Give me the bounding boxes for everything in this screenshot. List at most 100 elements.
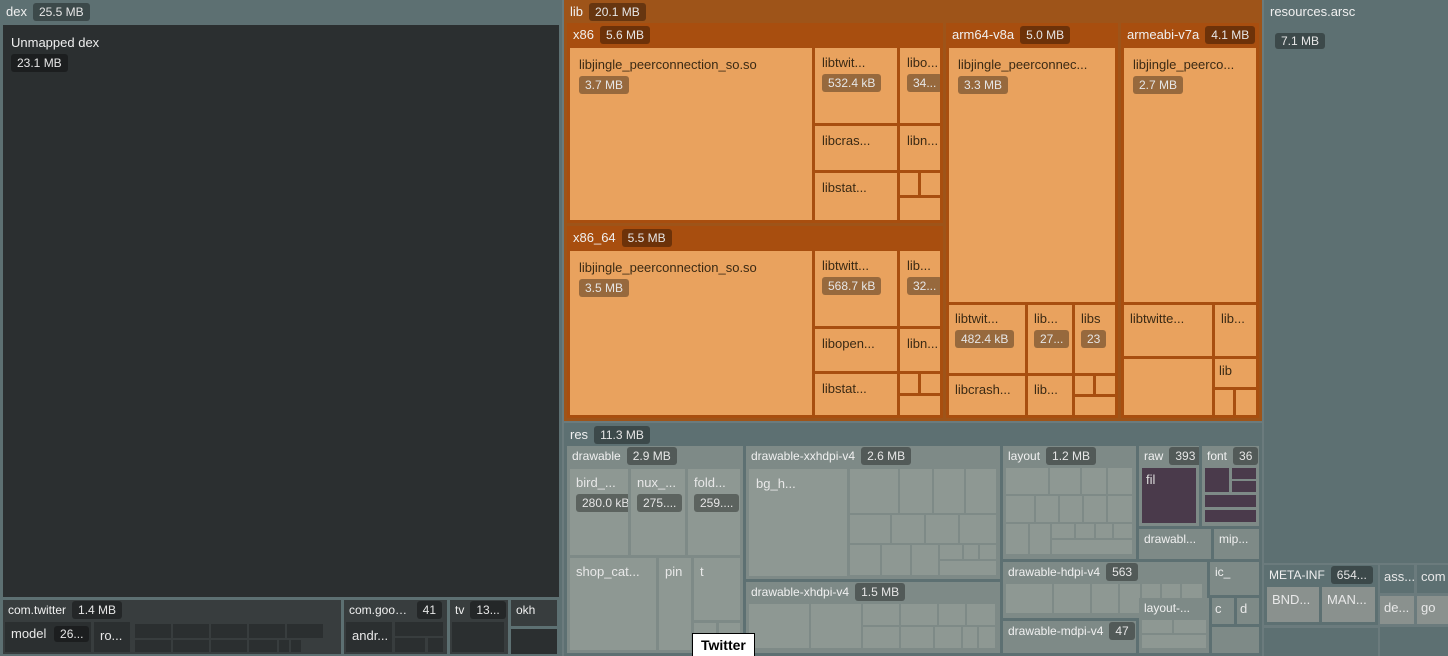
node-shop[interactable]: shop_cat...	[570, 558, 656, 650]
node-go[interactable]: go	[1417, 596, 1448, 624]
node-xhdpi[interactable]: drawable-xhdpi-v4 1.5 MB	[746, 582, 1000, 653]
node-d[interactable]: d	[1237, 598, 1259, 624]
label-x8664-stat: libstat...	[822, 381, 867, 396]
size-drawable: 2.9 MB	[627, 447, 677, 465]
node-t[interactable]: t	[694, 558, 740, 620]
node-unmapped-dex[interactable]: Unmapped dex 23.1 MB	[3, 25, 559, 597]
node-x86-libn[interactable]: libn...	[900, 126, 940, 170]
node-x86[interactable]: x86 5.6 MB libjingle_peerconnection_so.s…	[567, 23, 943, 223]
node-arm64-lib1[interactable]: lib... 27...	[1028, 305, 1072, 373]
xhdpi-tiny	[749, 604, 997, 650]
node-de[interactable]: de...	[1380, 596, 1414, 624]
node-x86-twit[interactable]: libtwit... 532.4 kB	[815, 48, 897, 123]
node-andr[interactable]: andr...	[346, 622, 392, 652]
node-res[interactable]: res 11.3 MB drawable 2.9 MB bird_... 280…	[564, 423, 1262, 656]
node-ic[interactable]: ic_	[1210, 562, 1259, 595]
label-arm64-twit: libtwit...	[955, 311, 1019, 326]
node-arm64-jingle[interactable]: libjingle_peerconnec... 3.3 MB	[949, 48, 1115, 302]
label-arm64-crash: libcrash...	[955, 382, 1011, 397]
label-man: MAN...	[1327, 592, 1367, 607]
node-fil[interactable]: fil	[1142, 468, 1196, 523]
size-dex: 25.5 MB	[33, 3, 90, 21]
node-mdpi[interactable]: drawable-mdpi-v447	[1003, 621, 1136, 653]
node-man[interactable]: MAN...	[1322, 587, 1375, 622]
size-nux: 275....	[637, 494, 682, 512]
node-font[interactable]: font36	[1202, 446, 1259, 526]
node-ass[interactable]: ass...	[1380, 565, 1414, 593]
label-arm64-lib2: lib...	[1034, 382, 1058, 397]
size-bird: 280.0 kB	[576, 494, 628, 512]
node-drawable[interactable]: drawable 2.9 MB bird_... 280.0 kB nux_..…	[567, 446, 743, 653]
node-lib[interactable]: lib 20.1 MB x86 5.6 MB libjingle_peercon…	[564, 0, 1262, 421]
node-layoutx[interactable]: layout-...	[1139, 598, 1209, 653]
node-x8664-open[interactable]: libopen...	[815, 329, 897, 371]
node-resources-arsc[interactable]: resources.arsc 7.1 MB	[1264, 0, 1448, 563]
node-c[interactable]: c	[1212, 598, 1234, 624]
node-arm64-twit[interactable]: libtwit... 482.4 kB	[949, 305, 1025, 373]
node-bnd[interactable]: BND...	[1267, 587, 1319, 622]
node-com-google[interactable]: com.google 41 andr...	[344, 600, 447, 654]
node-metainf[interactable]: META-INF654... BND... MAN...	[1264, 565, 1378, 625]
label-ro: ro...	[100, 628, 122, 643]
node-x8664[interactable]: x86_64 5.5 MB libjingle_peerconnection_s…	[567, 226, 943, 418]
node-bg-h[interactable]: bg_h...	[749, 469, 847, 576]
node-nux[interactable]: nux_... 275....	[631, 469, 685, 555]
header-res: res 11.3 MB	[564, 423, 1262, 446]
label-x86-jingle: libjingle_peerconnection_so.so	[579, 57, 803, 72]
size-x8664-jingle: 3.5 MB	[579, 279, 629, 297]
node-armeabi-jingle[interactable]: libjingle_peerco... 2.7 MB	[1124, 48, 1256, 302]
node-x86-cras[interactable]: libcras...	[815, 126, 897, 170]
node-x8664-libn[interactable]: libn...	[900, 329, 940, 371]
node-xxhdpi[interactable]: drawable-xxhdpi-v4 2.6 MB bg_h...	[746, 446, 1000, 579]
label-com-twitter: com.twitter	[8, 603, 66, 617]
node-x8664-jingle[interactable]: libjingle_peerconnection_so.so 3.5 MB	[570, 251, 812, 415]
node-bird[interactable]: bird_... 280.0 kB	[570, 469, 628, 555]
node-raw[interactable]: raw393 fil	[1139, 446, 1199, 526]
node-armeabi-twitte[interactable]: libtwitte...	[1124, 305, 1212, 356]
size-x86-twit: 532.4 kB	[822, 74, 881, 92]
node-x86-stat[interactable]: libstat...	[815, 173, 897, 220]
node-fold[interactable]: fold... 259....	[688, 469, 740, 555]
node-arm64-crash[interactable]: libcrash...	[949, 376, 1025, 415]
node-x8664-twit[interactable]: libtwitt... 568.7 kB	[815, 251, 897, 326]
label-dex: dex	[6, 4, 27, 19]
font-t4	[1205, 495, 1256, 507]
size-xxhdpi: 2.6 MB	[861, 447, 911, 465]
node-x86-libo[interactable]: libo... 34...	[900, 48, 940, 123]
node-ro[interactable]: ro...	[94, 622, 130, 652]
node-model[interactable]: model 26...	[5, 622, 91, 652]
node-dex[interactable]: dex 25.5 MB Unmapped dex 23.1 MB com.twi…	[0, 0, 562, 656]
label-de: de...	[1384, 600, 1409, 615]
node-x8664-stat[interactable]: libstat...	[815, 374, 897, 415]
x8664-tiny2	[921, 374, 940, 393]
label-bnd: BND...	[1272, 592, 1310, 607]
size-hdpi: 563	[1106, 563, 1138, 581]
label-fold: fold...	[694, 475, 734, 490]
node-okh[interactable]: okh	[511, 600, 557, 626]
label-drawable: drawable	[572, 449, 621, 463]
node-armeabi-lib1[interactable]: lib...	[1215, 305, 1256, 356]
node-arm64-lib2[interactable]: lib...	[1028, 376, 1072, 415]
node-x8664-lib[interactable]: lib... 32...	[900, 251, 940, 326]
label-ass: ass...	[1384, 569, 1414, 584]
tooltip-text: Twitter	[701, 637, 746, 653]
node-layout[interactable]: layout 1.2 MB	[1003, 446, 1136, 559]
label-unmapped: Unmapped dex	[11, 35, 551, 50]
size-arm64-twit: 482.4 kB	[955, 330, 1014, 348]
size-arm64-jingle: 3.3 MB	[958, 76, 1008, 94]
node-arm64-libs[interactable]: libs 23	[1075, 305, 1115, 373]
node-com-twitter[interactable]: com.twitter 1.4 MB model 26... ro...	[3, 600, 341, 654]
node-drawabl[interactable]: drawabl...	[1139, 529, 1211, 559]
node-armeabi-lib[interactable]: lib	[1215, 359, 1256, 387]
node-x86-jingle[interactable]: libjingle_peerconnection_so.so 3.7 MB	[570, 48, 812, 220]
header-x86: x86 5.6 MB	[567, 23, 943, 46]
node-arm64[interactable]: arm64-v8a 5.0 MB libjingle_peerconnec...…	[946, 23, 1118, 418]
node-pin[interactable]: pin	[659, 558, 691, 650]
node-mip[interactable]: mip...	[1214, 529, 1259, 559]
node-com[interactable]: com	[1417, 565, 1448, 593]
node-armeabi[interactable]: armeabi-v7a 4.1 MB libjingle_peerco... 2…	[1121, 23, 1259, 418]
node-tv[interactable]: tv 13...	[450, 600, 508, 654]
size-x86-libo: 34...	[907, 74, 940, 92]
label-x86-stat: libstat...	[822, 180, 867, 195]
size-lib: 20.1 MB	[589, 3, 646, 21]
